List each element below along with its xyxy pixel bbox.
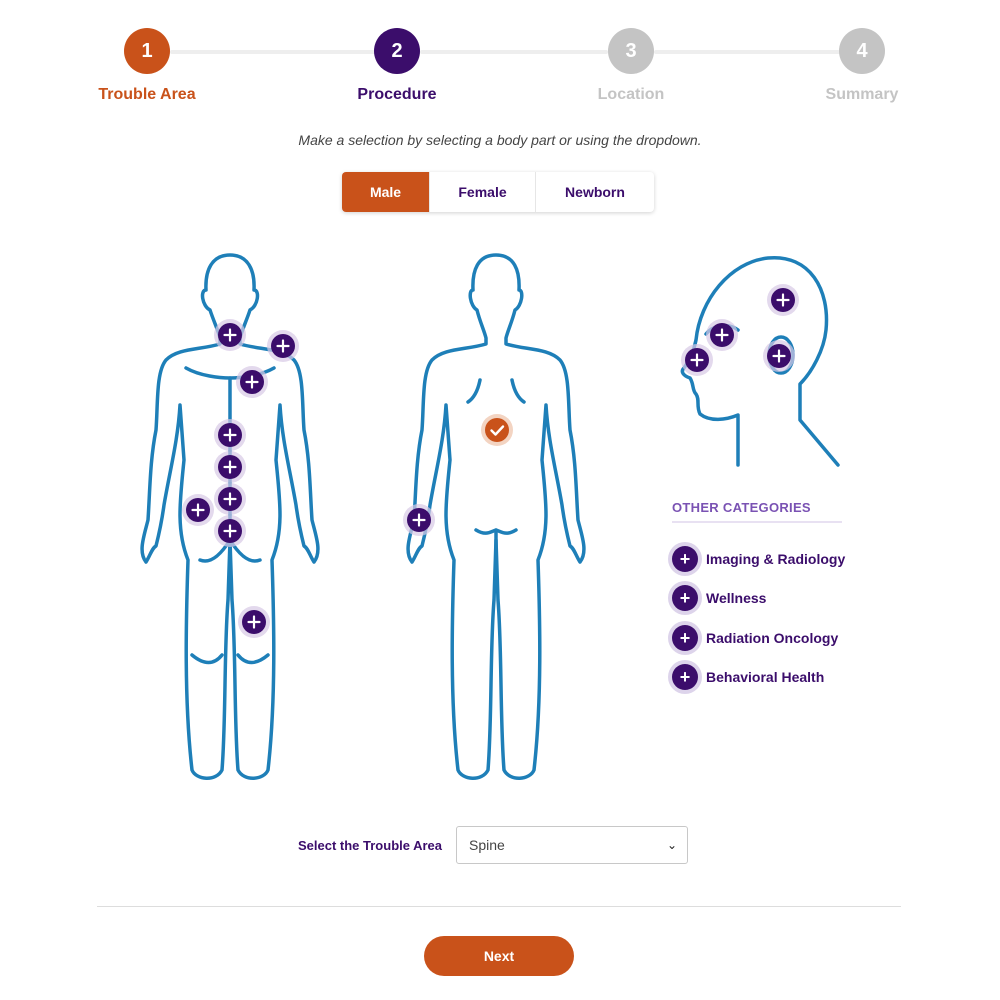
step-label: Procedure xyxy=(357,86,437,103)
instruction-text: Make a selection by selecting a body par… xyxy=(298,132,702,148)
divider xyxy=(97,906,901,907)
hotspot-front-upper-abdomen[interactable] xyxy=(214,419,246,451)
step-number: 1 xyxy=(124,28,170,74)
hotspot-front-lower-abdomen[interactable] xyxy=(214,483,246,515)
hotspot-back-spine-selected[interactable] xyxy=(481,414,513,446)
step-summary: 4 Summary xyxy=(792,28,932,104)
tab-female[interactable]: Female xyxy=(430,172,536,212)
hotspot-front-hip[interactable] xyxy=(182,494,214,526)
category-label: Wellness xyxy=(706,590,767,607)
category-label: Radiation Oncology xyxy=(706,629,839,646)
category-behavioral-health[interactable]: + Behavioral Health xyxy=(672,658,862,698)
step-location: 3 Location xyxy=(561,28,701,104)
hotspot-back-hand[interactable] xyxy=(403,504,435,536)
step-label: Location xyxy=(597,86,665,103)
category-radiation-oncology[interactable]: + Radiation Oncology xyxy=(672,618,862,658)
step-number: 4 xyxy=(839,28,885,74)
step-label: Trouble Area xyxy=(98,86,196,103)
step-procedure[interactable]: 2 Procedure xyxy=(327,28,467,104)
trouble-area-select[interactable]: Spine ⌄ xyxy=(456,826,689,864)
category-list: + Imaging & Radiology + Wellness + Radia… xyxy=(672,539,862,697)
hotspot-front-neck[interactable] xyxy=(214,319,246,351)
hotspot-front-shoulder[interactable] xyxy=(267,330,299,362)
step-number: 3 xyxy=(608,28,654,74)
other-categories-title: OTHER CATEGORIES xyxy=(672,500,842,523)
hotspot-front-chest[interactable] xyxy=(236,366,268,398)
hotspot-front-abdomen[interactable] xyxy=(214,451,246,483)
category-label: Behavioral Health xyxy=(706,669,825,686)
trouble-area-value: Spine xyxy=(469,837,505,853)
hotspot-front-pelvis[interactable] xyxy=(214,515,246,547)
tab-male[interactable]: Male xyxy=(342,172,430,212)
hotspot-head-brain[interactable] xyxy=(767,284,799,316)
hotspot-head-eye[interactable] xyxy=(706,319,738,351)
gender-tabs: Male Female Newborn xyxy=(342,172,654,212)
hotspot-head-ear[interactable] xyxy=(763,340,795,372)
plus-icon: + xyxy=(672,545,698,572)
trouble-area-label: Select the Trouble Area xyxy=(298,837,443,853)
plus-icon: + xyxy=(672,585,698,612)
step-number: 2 xyxy=(374,28,420,74)
step-label: Summary xyxy=(825,86,899,103)
tab-newborn[interactable]: Newborn xyxy=(536,172,654,212)
progress-stepper: 1 Trouble Area 2 Procedure 3 Location 4 … xyxy=(0,28,1000,108)
next-button[interactable]: Next xyxy=(424,936,574,976)
plus-icon: + xyxy=(672,624,698,651)
category-label: Imaging & Radiology xyxy=(706,550,846,567)
category-imaging-radiology[interactable]: + Imaging & Radiology xyxy=(672,539,862,579)
other-categories: OTHER CATEGORIES + Imaging & Radiology +… xyxy=(672,500,862,697)
hotspot-front-knee[interactable] xyxy=(238,606,270,638)
plus-icon: + xyxy=(672,664,698,691)
category-wellness[interactable]: + Wellness xyxy=(672,579,862,619)
chevron-down-icon: ⌄ xyxy=(666,838,678,852)
trouble-area-select-row: Select the Trouble Area Spine ⌄ xyxy=(298,826,689,864)
step-trouble-area[interactable]: 1 Trouble Area xyxy=(77,28,217,104)
hotspot-head-nose[interactable] xyxy=(681,344,713,376)
